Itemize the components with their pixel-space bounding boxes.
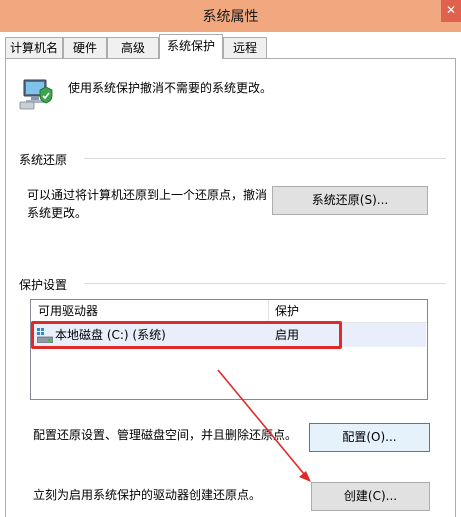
tab-advanced[interactable]: 高级 — [107, 37, 159, 58]
window-titlebar: 系统属性 ✕ — [0, 0, 461, 32]
highlight-annotation — [31, 321, 342, 349]
create-button[interactable]: 创建(C)... — [311, 482, 430, 511]
protection-group-divider — [84, 283, 446, 284]
configure-text: 配置还原设置、管理磁盘空间，并且删除还原点。 — [33, 428, 298, 442]
window-title: 系统属性 — [202, 9, 259, 25]
system-restore-button[interactable]: 系统还原(S)... — [272, 186, 428, 215]
tab-strip: 计算机名 硬件 高级 系统保护 远程 — [0, 32, 461, 59]
configure-button[interactable]: 配置(O)... — [309, 423, 430, 452]
computer-shield-icon — [19, 79, 53, 110]
column-available-drives[interactable]: 可用驱动器 — [38, 300, 98, 322]
drive-list-header: 可用驱动器 保护 — [31, 300, 427, 323]
restore-group-divider — [84, 158, 446, 159]
restore-description-line1: 可以通过将计算机还原到上一个还原点，撤消 — [27, 188, 268, 202]
drive-list[interactable]: 可用驱动器 保护 本地磁盘 (C:) (系统) 启用 — [30, 299, 428, 400]
intro-text: 使用系统保护撤消不需要的系统更改。 — [68, 81, 273, 95]
tab-computer-name[interactable]: 计算机名 — [5, 37, 63, 58]
restore-group-label: 系统还原 — [19, 153, 68, 167]
tab-system-protection[interactable]: 系统保护 — [159, 34, 223, 59]
close-icon[interactable]: ✕ — [441, 0, 461, 22]
restore-description-line2: 系统更改。 — [27, 206, 88, 220]
column-separator[interactable] — [268, 300, 269, 322]
tab-hardware[interactable]: 硬件 — [63, 37, 107, 58]
tab-remote[interactable]: 远程 — [223, 37, 267, 58]
protection-group-label: 保护设置 — [19, 278, 68, 292]
create-text: 立刻为启用系统保护的驱动器创建还原点。 — [33, 488, 262, 502]
column-protection[interactable]: 保护 — [275, 300, 299, 322]
